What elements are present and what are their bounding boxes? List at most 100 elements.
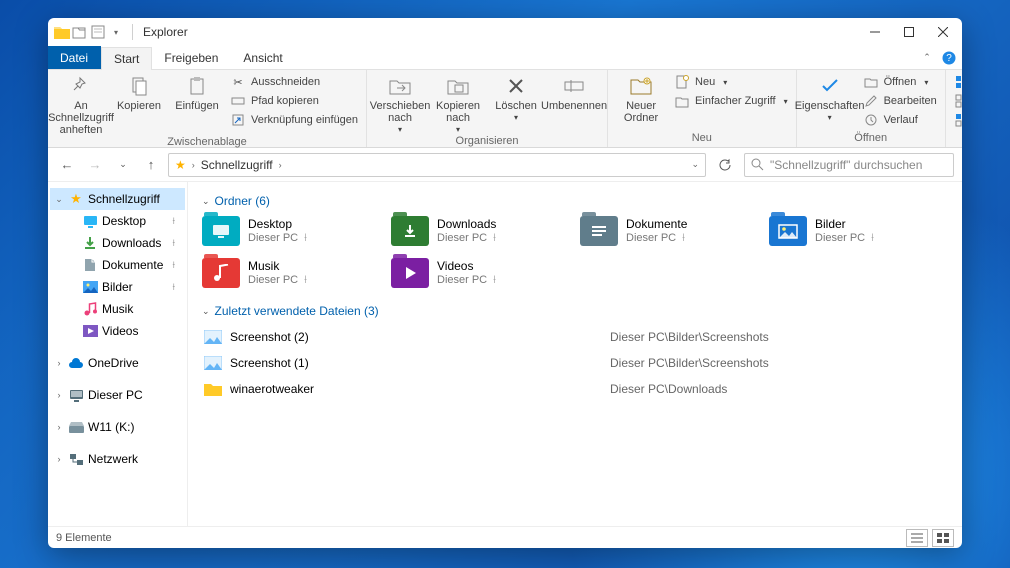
ribbon-group-organize: Verschieben nach▾ Kopieren nach▾ Löschen…: [367, 70, 608, 147]
sidebar-item-dieser-pc[interactable]: ›Dieser PC: [50, 384, 185, 406]
close-button[interactable]: [926, 18, 960, 46]
tab-view[interactable]: Ansicht: [231, 46, 295, 69]
sidebar-item-musik[interactable]: Musik: [50, 298, 185, 320]
chevron-down-icon[interactable]: ⌄: [691, 159, 699, 170]
paste-shortcut-button[interactable]: Verknüpfung einfügen: [228, 111, 360, 129]
new-item-button[interactable]: Neu▾: [672, 73, 790, 91]
edit-button[interactable]: Bearbeiten: [861, 92, 939, 110]
select-all-button[interactable]: Alles auswählen: [952, 73, 962, 91]
sidebar-item-label: Dokumente: [102, 258, 163, 272]
forward-button[interactable]: →: [84, 154, 106, 176]
folder-name: Desktop: [248, 217, 307, 231]
icons-view-button[interactable]: [932, 529, 954, 547]
address-segment[interactable]: Schnellzugriff: [201, 158, 273, 172]
sidebar-item-netzwerk[interactable]: ›Netzwerk: [50, 448, 185, 470]
copy-icon: [127, 74, 151, 98]
pin-button[interactable]: An Schnellzugriff anheften: [54, 72, 108, 136]
sidebar-item-dokumente[interactable]: Dokumente⟊: [50, 254, 185, 276]
folders-group-header[interactable]: ⌄ Ordner (6): [202, 194, 948, 208]
video-folder-icon: [391, 258, 429, 288]
sidebar-item-schnellzugriff[interactable]: ⌄★Schnellzugriff: [50, 188, 185, 210]
properties-icon[interactable]: [90, 24, 106, 40]
copy-path-button[interactable]: Pfad kopieren: [228, 92, 360, 110]
collapse-ribbon-button[interactable]: ⌃: [918, 46, 936, 69]
sidebar-item-desktop[interactable]: Desktop⟊: [50, 210, 185, 232]
help-button[interactable]: ?: [936, 46, 962, 69]
video-icon: [82, 325, 98, 337]
expand-icon[interactable]: ›: [54, 422, 64, 432]
file-item[interactable]: winaerotweakerDieser PC\Downloads: [202, 378, 948, 400]
copy-button[interactable]: Kopieren: [112, 72, 166, 112]
pin-icon: [69, 74, 93, 98]
invert-selection-button[interactable]: Auswahl umkehren: [952, 111, 962, 129]
properties-button[interactable]: Eigenschaften▾: [803, 72, 857, 123]
open-icon: [863, 74, 879, 90]
sidebar-item-bilder[interactable]: Bilder⟊: [50, 276, 185, 298]
minimize-button[interactable]: [858, 18, 892, 46]
file-item[interactable]: Screenshot (1)Dieser PC\Bilder\Screensho…: [202, 352, 948, 374]
recent-locations-button[interactable]: ⌄: [112, 154, 134, 176]
sidebar-item-downloads[interactable]: Downloads⟊: [50, 232, 185, 254]
select-none-button[interactable]: Nichts auswählen: [952, 92, 962, 110]
copy-to-button[interactable]: Kopieren nach▾: [431, 72, 485, 135]
folder-name: Downloads: [437, 217, 496, 231]
shortcut-icon: [230, 112, 246, 128]
file-name: winaerotweaker: [230, 382, 610, 396]
folder-item[interactable]: VideosDieser PC⟊: [391, 258, 570, 288]
paste-button[interactable]: Einfügen: [170, 72, 224, 112]
expand-icon[interactable]: ›: [54, 454, 64, 464]
open-button[interactable]: Öffnen▾: [861, 73, 939, 91]
files-group-header[interactable]: ⌄ Zuletzt verwendete Dateien (3): [202, 304, 948, 318]
tab-start[interactable]: Start: [101, 47, 152, 70]
back-button[interactable]: ←: [56, 154, 78, 176]
maximize-button[interactable]: [892, 18, 926, 46]
move-icon: [388, 74, 412, 98]
expand-icon[interactable]: ›: [54, 390, 64, 400]
folder-item[interactable]: DokumenteDieser PC⟊: [580, 216, 759, 246]
pc-icon: [68, 389, 84, 402]
sidebar-item-videos[interactable]: Videos: [50, 320, 185, 342]
expand-icon[interactable]: ›: [54, 358, 64, 368]
pin-icon: ⟊: [493, 274, 496, 287]
refresh-button[interactable]: [712, 153, 738, 177]
search-input[interactable]: "Schnellzugriff" durchsuchen: [744, 153, 954, 177]
file-item[interactable]: Screenshot (2)Dieser PC\Bilder\Screensho…: [202, 326, 948, 348]
address-bar[interactable]: ★ › Schnellzugriff › ⌄: [168, 153, 706, 177]
chevron-down-icon[interactable]: ▾: [108, 24, 124, 40]
picture-folder-icon: [769, 216, 807, 246]
sidebar-item-w11-k-[interactable]: ›W11 (K:): [50, 416, 185, 438]
new-item-icon: [674, 74, 690, 90]
cut-button[interactable]: ✂Ausschneiden: [228, 73, 360, 91]
svg-text:?: ?: [946, 53, 952, 64]
content-body: ⌄★SchnellzugriffDesktop⟊Downloads⟊Dokume…: [48, 182, 962, 526]
move-to-button[interactable]: Verschieben nach▾: [373, 72, 427, 135]
folder-location: Dieser PC: [248, 274, 298, 287]
folder-item[interactable]: MusikDieser PC⟊: [202, 258, 381, 288]
easy-access-button[interactable]: Einfacher Zugriff▾: [672, 92, 790, 110]
folder-item[interactable]: BilderDieser PC⟊: [769, 216, 948, 246]
expand-icon[interactable]: ⌄: [54, 194, 64, 205]
address-segment[interactable]: ›: [192, 160, 195, 170]
folder-item[interactable]: DesktopDieser PC⟊: [202, 216, 381, 246]
sidebar-item-onedrive[interactable]: › OneDrive: [50, 352, 185, 374]
easy-access-icon: [674, 93, 690, 109]
new-folder-button[interactable]: Neuer Ordner: [614, 72, 668, 124]
up-button[interactable]: ↑: [140, 154, 162, 176]
desktop-icon: [82, 215, 98, 228]
ribbon-group-clipboard: An Schnellzugriff anheften Kopieren Einf…: [48, 70, 367, 147]
picture-icon: [82, 281, 98, 293]
details-view-button[interactable]: [906, 529, 928, 547]
rename-button[interactable]: Umbenennen: [547, 72, 601, 112]
folder-name: Videos: [437, 259, 496, 273]
navigation-pane: ⌄★SchnellzugriffDesktop⟊Downloads⟊Dokume…: [48, 182, 188, 526]
new-folder-icon[interactable]: [72, 24, 88, 40]
tab-share[interactable]: Freigeben: [152, 46, 231, 69]
history-button[interactable]: Verlauf: [861, 111, 939, 129]
select-none-icon: [954, 93, 962, 109]
sidebar-item-label: OneDrive: [88, 356, 139, 370]
folder-item[interactable]: DownloadsDieser PC⟊: [391, 216, 570, 246]
invert-icon: [954, 112, 962, 128]
delete-button[interactable]: Löschen▾: [489, 72, 543, 123]
tab-file[interactable]: Datei: [48, 46, 101, 69]
chevron-right-icon[interactable]: ›: [279, 160, 282, 170]
